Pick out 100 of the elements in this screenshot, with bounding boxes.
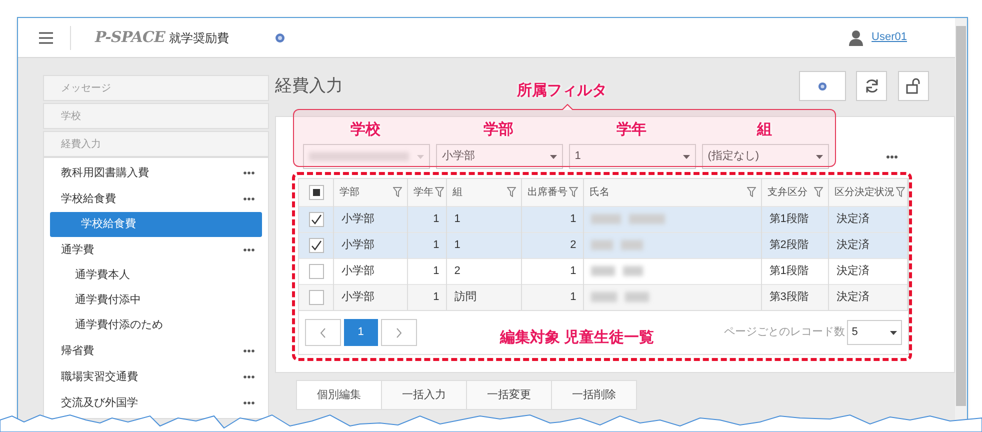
annotation-title: 所属フィルタ — [516, 81, 607, 101]
sidebar-subitem[interactable]: 学校給食費 — [50, 212, 262, 237]
column-header: 区分決定状況 — [834, 186, 894, 200]
filter-icon[interactable] — [435, 187, 444, 198]
table-cell: 第3段階 — [769, 291, 808, 303]
padlock-icon — [906, 78, 922, 94]
caret-icon — [816, 154, 823, 158]
action-tab[interactable]: 一括変更 — [466, 380, 552, 410]
filter-select[interactable] — [302, 144, 430, 169]
sidebar-subitem[interactable]: 通学費付添中 — [44, 288, 268, 313]
help-icon[interactable] — [275, 32, 286, 42]
sidebar-subitem[interactable]: 通学費本人 — [44, 263, 268, 288]
more-icon[interactable] — [242, 401, 255, 405]
table-cell: 1 — [454, 212, 460, 225]
redacted-text — [591, 266, 644, 276]
table-cell: 2 — [454, 264, 460, 277]
filter-icon[interactable] — [896, 187, 906, 198]
action-tab[interactable]: 個別編集 — [296, 380, 382, 410]
more-icon[interactable] — [242, 197, 255, 201]
select-all-checkbox[interactable] — [308, 184, 324, 200]
row-checkbox[interactable] — [308, 238, 324, 252]
help-icon — [818, 82, 827, 90]
table-cell: 決定済 — [836, 264, 870, 277]
page-button[interactable]: 1 — [344, 319, 378, 346]
annotation-label: 学部 — [483, 120, 514, 140]
filter-icon[interactable] — [814, 187, 824, 198]
table-cell: 訪問 — [454, 291, 476, 303]
more-icon[interactable] — [886, 154, 898, 158]
table-cell: 2 — [570, 238, 576, 251]
caret-icon — [682, 154, 690, 158]
column-header: 氏名 — [589, 186, 610, 200]
row-checkbox[interactable] — [308, 212, 324, 226]
more-icon[interactable] — [242, 375, 255, 379]
filter-select[interactable]: 小学部 — [436, 144, 563, 169]
table-cell: 決定済 — [836, 238, 870, 251]
page-title: 経費入力 — [274, 75, 343, 98]
table-cell: 決定済 — [836, 291, 870, 303]
unlock-button[interactable] — [898, 71, 929, 101]
filter-icon[interactable] — [569, 187, 578, 198]
filter-select[interactable]: 1 — [568, 144, 696, 169]
row-checkbox[interactable] — [308, 264, 324, 278]
app-name: 就学奨励費 — [169, 30, 230, 46]
table-cell: 1 — [454, 238, 460, 251]
annotation-label: 組 — [756, 120, 772, 140]
column-header: 学部 — [339, 186, 360, 200]
column-header: 出席番号 — [527, 186, 568, 200]
table-cell: 1 — [570, 264, 576, 277]
sidebar-item[interactable]: 学校給食費 — [44, 190, 116, 208]
menu-icon[interactable] — [39, 32, 53, 44]
table-cell: 1 — [570, 212, 576, 225]
scrollbar[interactable] — [956, 26, 966, 406]
filter-icon[interactable] — [393, 187, 402, 198]
user-icon[interactable] — [848, 30, 863, 46]
page-size-label: ページごとのレコード数 — [724, 325, 845, 340]
redacted-text — [591, 240, 644, 250]
chevron-right-icon — [396, 328, 402, 338]
row-checkbox[interactable] — [308, 290, 324, 305]
sidebar-item[interactable]: 教科用図書購入費 — [44, 164, 149, 182]
caret-icon — [550, 154, 557, 158]
sidebar-item[interactable]: 通学費 — [44, 242, 94, 258]
table-cell: 第1段階 — [769, 264, 808, 277]
annotation-label: 学校 — [350, 120, 380, 140]
caret-icon — [890, 330, 897, 334]
callout-pointer — [562, 104, 573, 110]
table-cell: 第1段階 — [769, 212, 808, 225]
column-header: 支弁区分 — [767, 186, 808, 200]
chevron-left-icon — [320, 328, 326, 338]
more-icon[interactable] — [242, 171, 255, 175]
redacted-text — [591, 292, 650, 302]
sidebar-subitem[interactable]: 通学費付添のため — [44, 313, 268, 338]
refresh-button[interactable] — [856, 71, 887, 101]
column-header: 学年 — [413, 186, 434, 200]
table-cell: 小学部 — [341, 291, 374, 303]
more-icon[interactable] — [242, 248, 255, 252]
logo: P-SPACE — [95, 27, 166, 48]
annotation-label: 学年 — [616, 120, 646, 140]
filter-icon[interactable] — [507, 187, 516, 198]
table-cell: 1 — [433, 238, 440, 251]
column-header: 組 — [452, 186, 462, 200]
sidebar-item[interactable]: 帰省費 — [44, 342, 94, 360]
table-cell: 小学部 — [341, 264, 374, 277]
refresh-icon — [864, 78, 880, 94]
action-tab[interactable]: 一括入力 — [380, 380, 467, 410]
table-cell: 小学部 — [341, 238, 374, 251]
annotation-title: 編集対象 児童生徒一覧 — [500, 328, 654, 348]
help-button[interactable] — [799, 71, 846, 101]
sidebar-item[interactable]: 交流及び外国学 — [44, 394, 138, 412]
table-cell: 決定済 — [836, 212, 870, 225]
table-cell: 1 — [570, 291, 576, 303]
more-icon[interactable] — [242, 349, 255, 353]
table-cell: 1 — [433, 212, 440, 225]
table-cell: 小学部 — [341, 212, 374, 225]
filter-icon[interactable] — [747, 187, 756, 198]
action-tab[interactable]: 一括削除 — [550, 380, 637, 410]
page-size-select[interactable]: 5 — [846, 320, 902, 345]
table-cell: 第2段階 — [769, 238, 808, 251]
user-link[interactable]: User01 — [872, 29, 907, 46]
sidebar-item[interactable]: 職場実習交通費 — [44, 368, 138, 386]
filter-select[interactable]: (指定なし) — [702, 144, 829, 169]
table-cell: 1 — [433, 291, 440, 303]
